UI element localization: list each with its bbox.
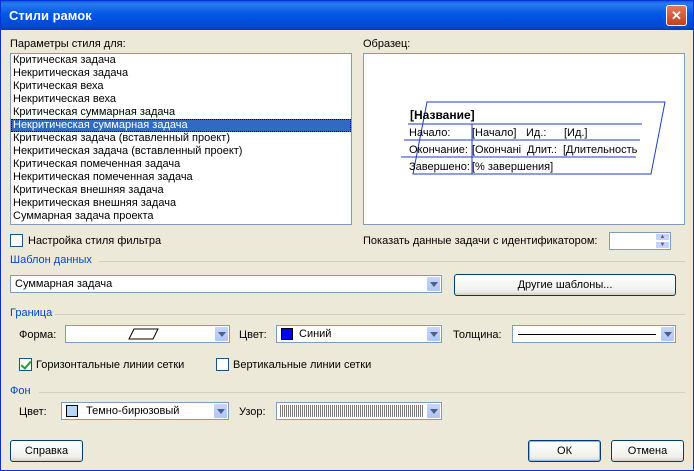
sample-shape xyxy=(401,101,666,175)
sample-start-label: Начало: xyxy=(409,127,451,139)
chevron-down-icon[interactable] xyxy=(660,326,675,342)
background-section: Фон xyxy=(10,385,31,397)
thickness-select[interactable] xyxy=(512,325,676,343)
sample-start-value: [Начало] xyxy=(472,127,517,139)
filter-style-label: Настройка стиля фильтра xyxy=(28,235,162,247)
title-bar[interactable]: Стили рамок ✕ xyxy=(1,1,693,30)
list-item[interactable]: Критическая веха xyxy=(11,80,351,93)
list-item[interactable]: Критическая суммарная задача xyxy=(11,106,351,119)
sample-finish-value: [Окончані xyxy=(472,144,522,156)
thickness-label: Толщина: xyxy=(453,329,502,341)
more-templates-button[interactable]: Другие шаблоны... xyxy=(454,274,676,296)
sample-label: Образец: xyxy=(363,38,411,50)
list-item[interactable]: Некритическая суммарная задача xyxy=(11,119,351,132)
list-item[interactable]: Критическая внешняя задача xyxy=(11,184,351,197)
parallelogram-icon xyxy=(128,328,159,340)
sample-preview: [Название] Начало: [Начало] Ид.: [Ид.] О… xyxy=(363,53,685,225)
shape-label: Форма: xyxy=(19,329,57,341)
data-template-divider xyxy=(99,261,685,262)
sample-complete-label: Завершено: xyxy=(409,161,470,173)
chevron-down-icon[interactable] xyxy=(426,276,441,292)
sample-finish-label: Окончание: xyxy=(409,144,468,156)
border-section: Граница xyxy=(10,307,53,319)
sample-complete-value: [% завершения] xyxy=(472,161,554,173)
chevron-down-icon[interactable] xyxy=(213,403,228,419)
sample-id-value: [Ид.] xyxy=(564,127,588,139)
vertical-grid-checkbox[interactable] xyxy=(216,358,229,371)
pattern-label: Узор: xyxy=(239,406,266,418)
border-color-value: Синий xyxy=(299,328,332,340)
list-item[interactable]: Некритическая внешняя задача xyxy=(11,197,351,210)
spin-up-icon[interactable]: ▲ xyxy=(655,233,670,241)
sample-id-label: Ид.: xyxy=(526,127,547,139)
help-button[interactable]: Справка xyxy=(10,440,83,462)
close-button[interactable]: ✕ xyxy=(666,5,687,26)
color-swatch xyxy=(281,328,293,340)
sample-duration-label: Длит.: xyxy=(527,144,557,156)
background-color-value: Темно-бирюзовый xyxy=(86,405,180,417)
pattern-preview xyxy=(280,405,424,417)
window-title: Стили рамок xyxy=(9,8,92,23)
chevron-down-icon[interactable] xyxy=(214,326,229,342)
show-task-id-label: Показать данные задачи с идентификатором… xyxy=(363,235,598,247)
list-item[interactable]: Некритическая задача xyxy=(11,67,351,80)
color-swatch xyxy=(66,405,78,417)
sample-name: [Название] xyxy=(410,108,475,122)
list-item[interactable]: Суммарная задача проекта xyxy=(11,210,351,223)
border-color-label: Цвет: xyxy=(239,329,267,341)
background-color-select[interactable]: Темно-бирюзовый xyxy=(61,402,229,420)
horizontal-grid-label: Горизонтальные линии сетки xyxy=(36,359,185,371)
filter-style-checkbox[interactable] xyxy=(10,234,23,247)
vertical-grid-label: Вертикальные линии сетки xyxy=(233,359,372,371)
style-params-label: Параметры стиля для: xyxy=(10,38,126,50)
chevron-down-icon[interactable] xyxy=(426,403,441,419)
border-color-select[interactable]: Синий xyxy=(276,325,442,343)
horizontal-grid-checkbox[interactable] xyxy=(19,358,32,371)
background-divider xyxy=(39,392,685,393)
data-template-select[interactable]: Суммарная задача xyxy=(10,275,442,293)
chevron-down-icon[interactable] xyxy=(426,326,441,342)
spin-down-icon[interactable]: ▼ xyxy=(655,241,670,249)
background-color-label: Цвет: xyxy=(19,406,47,418)
line-thickness-preview xyxy=(518,334,656,335)
shape-select[interactable] xyxy=(65,325,230,343)
cancel-button[interactable]: Отмена xyxy=(611,440,684,462)
list-item[interactable]: Некритическая задача (вставленный проект… xyxy=(11,145,351,158)
data-template-section: Шаблон данных xyxy=(10,254,92,266)
borders-style-dialog: Стили рамок ✕ Параметры стиля для: Крити… xyxy=(0,0,694,471)
sample-duration-value: [Длительность xyxy=(563,144,638,156)
list-item[interactable]: Некритическая помеченная задача xyxy=(11,171,351,184)
data-template-value: Суммарная задача xyxy=(15,278,113,290)
list-item[interactable]: Критическая задача (вставленный проект) xyxy=(11,132,351,145)
ok-button[interactable]: ОК xyxy=(528,440,601,462)
list-item[interactable]: Некритическая веха xyxy=(11,93,351,106)
task-id-spinner[interactable]: ▲ ▼ xyxy=(609,232,671,250)
style-params-list[interactable]: Критическая задача Некритическая задача Кр… xyxy=(10,53,352,225)
border-divider xyxy=(55,314,685,315)
list-item[interactable]: Критическая задача xyxy=(11,54,351,67)
pattern-select[interactable] xyxy=(276,402,442,420)
list-item[interactable]: Критическая помеченная задача xyxy=(11,158,351,171)
